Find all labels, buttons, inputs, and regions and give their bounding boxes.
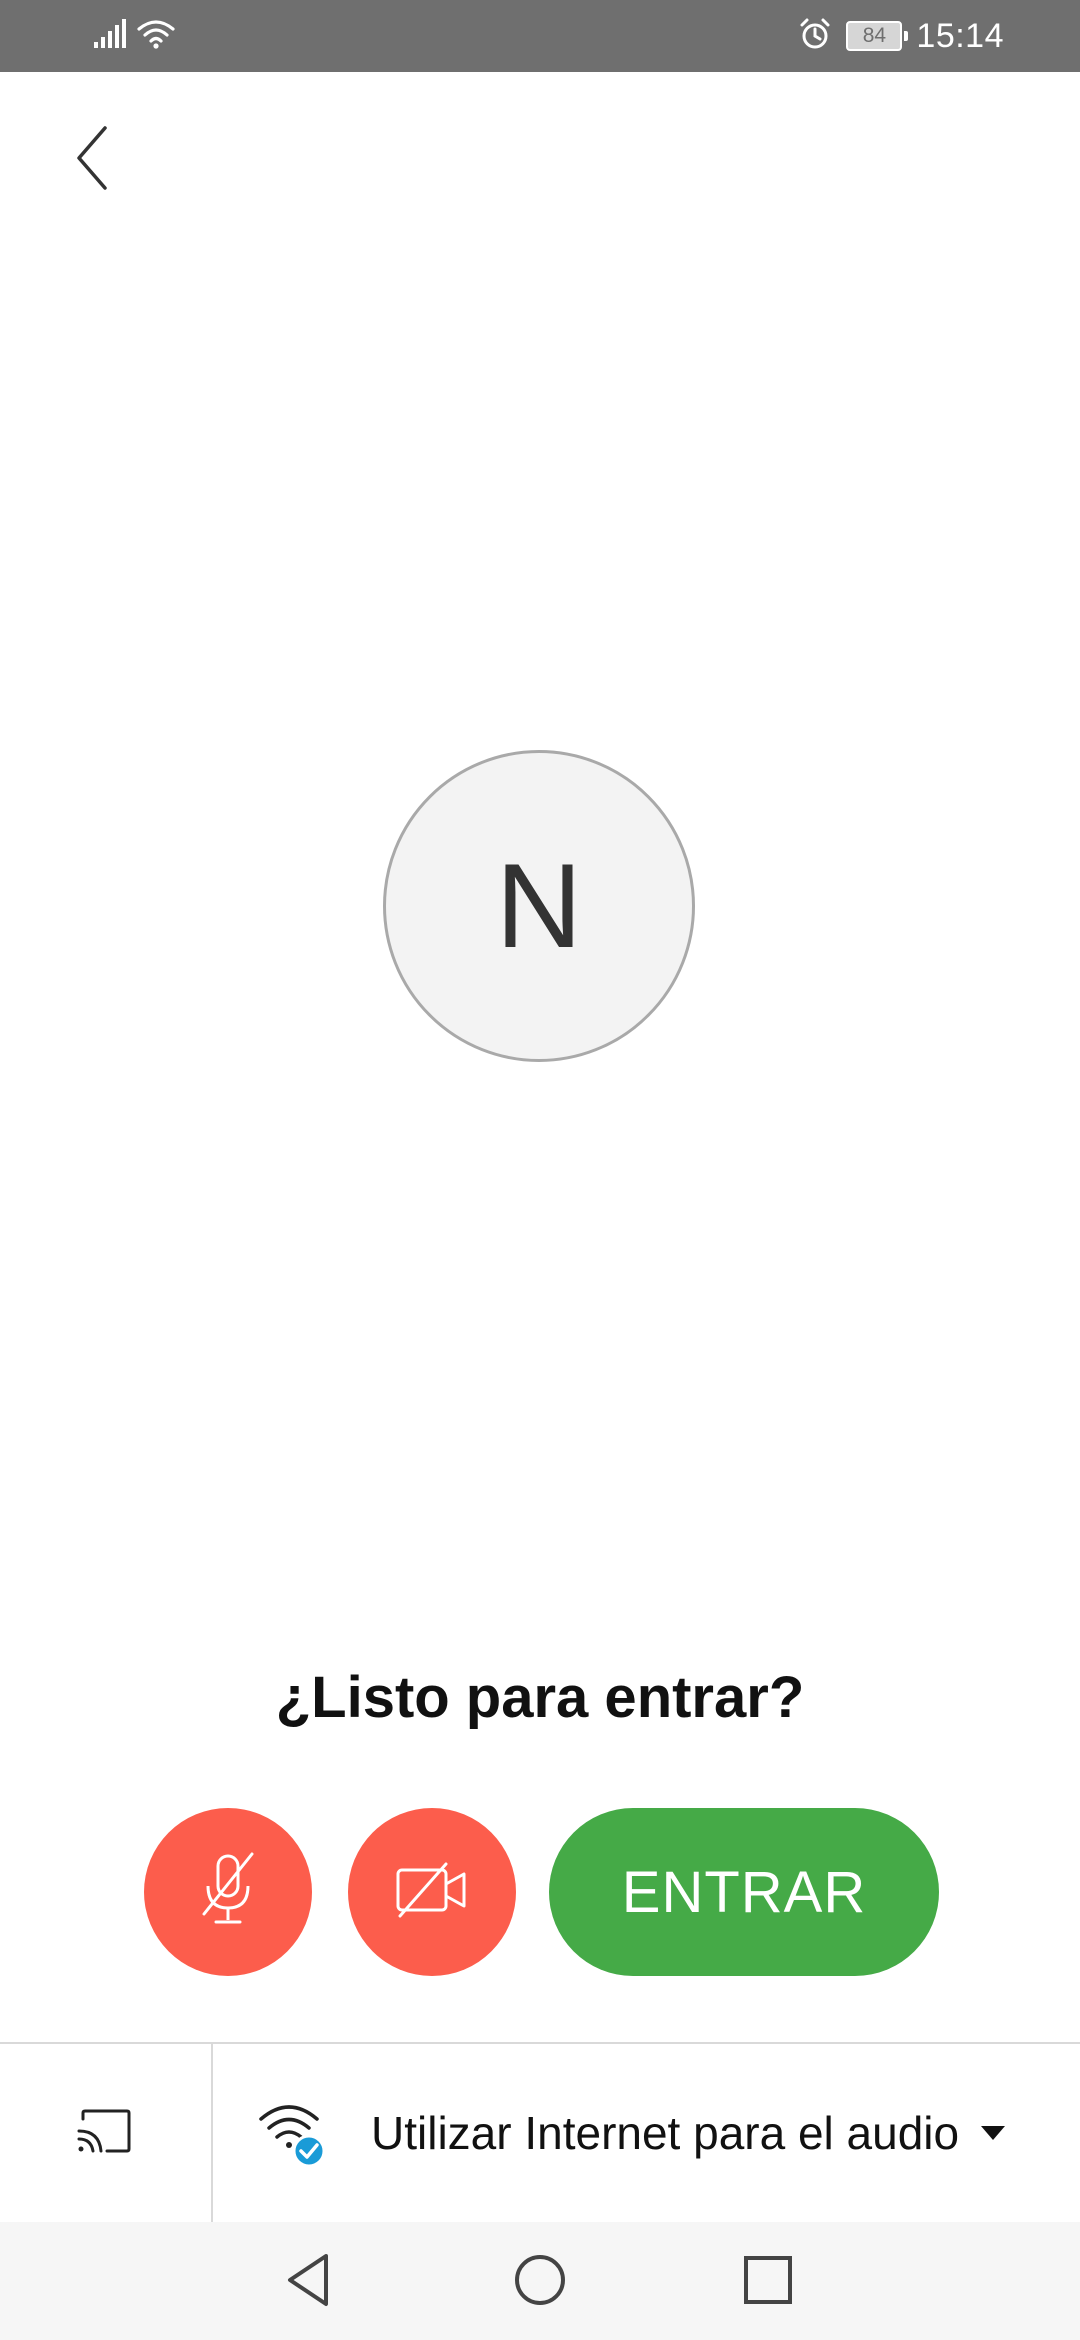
nav-recents-button[interactable] [730, 2244, 806, 2320]
status-bar: 84 15:14 [0, 0, 1080, 72]
chevron-left-icon [72, 122, 112, 199]
mute-mic-button[interactable] [144, 1808, 312, 1976]
status-left [92, 16, 176, 56]
avatar-initial: N [495, 839, 583, 973]
back-triangle-icon [282, 2252, 334, 2313]
join-meeting-screen: 84 15:14 N ¿Listo para entrar? ENTRAR Ut… [0, 0, 1080, 2340]
nav-back-button[interactable] [270, 2244, 346, 2320]
audio-option-label: Utilizar Internet para el audio [371, 2107, 960, 2159]
ready-to-join-title: ¿Listo para entrar? [275, 1665, 805, 1730]
home-circle-icon [512, 2252, 568, 2313]
status-clock: 15:14 [916, 16, 1004, 55]
nav-home-button[interactable] [502, 2244, 578, 2320]
audio-connection-selector[interactable]: Utilizar Internet para el audio [213, 2044, 1080, 2222]
wifi-check-icon [255, 2093, 335, 2173]
recents-square-icon [742, 2254, 794, 2311]
status-right: 84 15:14 [798, 12, 1004, 60]
signal-icon [92, 18, 130, 55]
camera-off-button[interactable] [348, 1808, 516, 1976]
cast-button[interactable] [0, 2044, 210, 2222]
cast-icon [75, 2107, 135, 2160]
back-button[interactable] [56, 120, 128, 200]
wifi-icon [136, 17, 176, 56]
audio-bar: Utilizar Internet para el audio [0, 2044, 1080, 2222]
join-button[interactable]: ENTRAR [549, 1808, 939, 1976]
battery-level: 84 [862, 24, 887, 47]
camera-off-icon [394, 1860, 470, 1925]
mic-muted-icon [196, 1850, 260, 1935]
battery-icon: 84 [846, 21, 909, 51]
system-nav-bar [0, 2222, 1080, 2340]
alarm-icon [798, 17, 832, 56]
avatar: N [383, 750, 695, 1062]
chevron-down-icon [981, 2126, 1006, 2140]
